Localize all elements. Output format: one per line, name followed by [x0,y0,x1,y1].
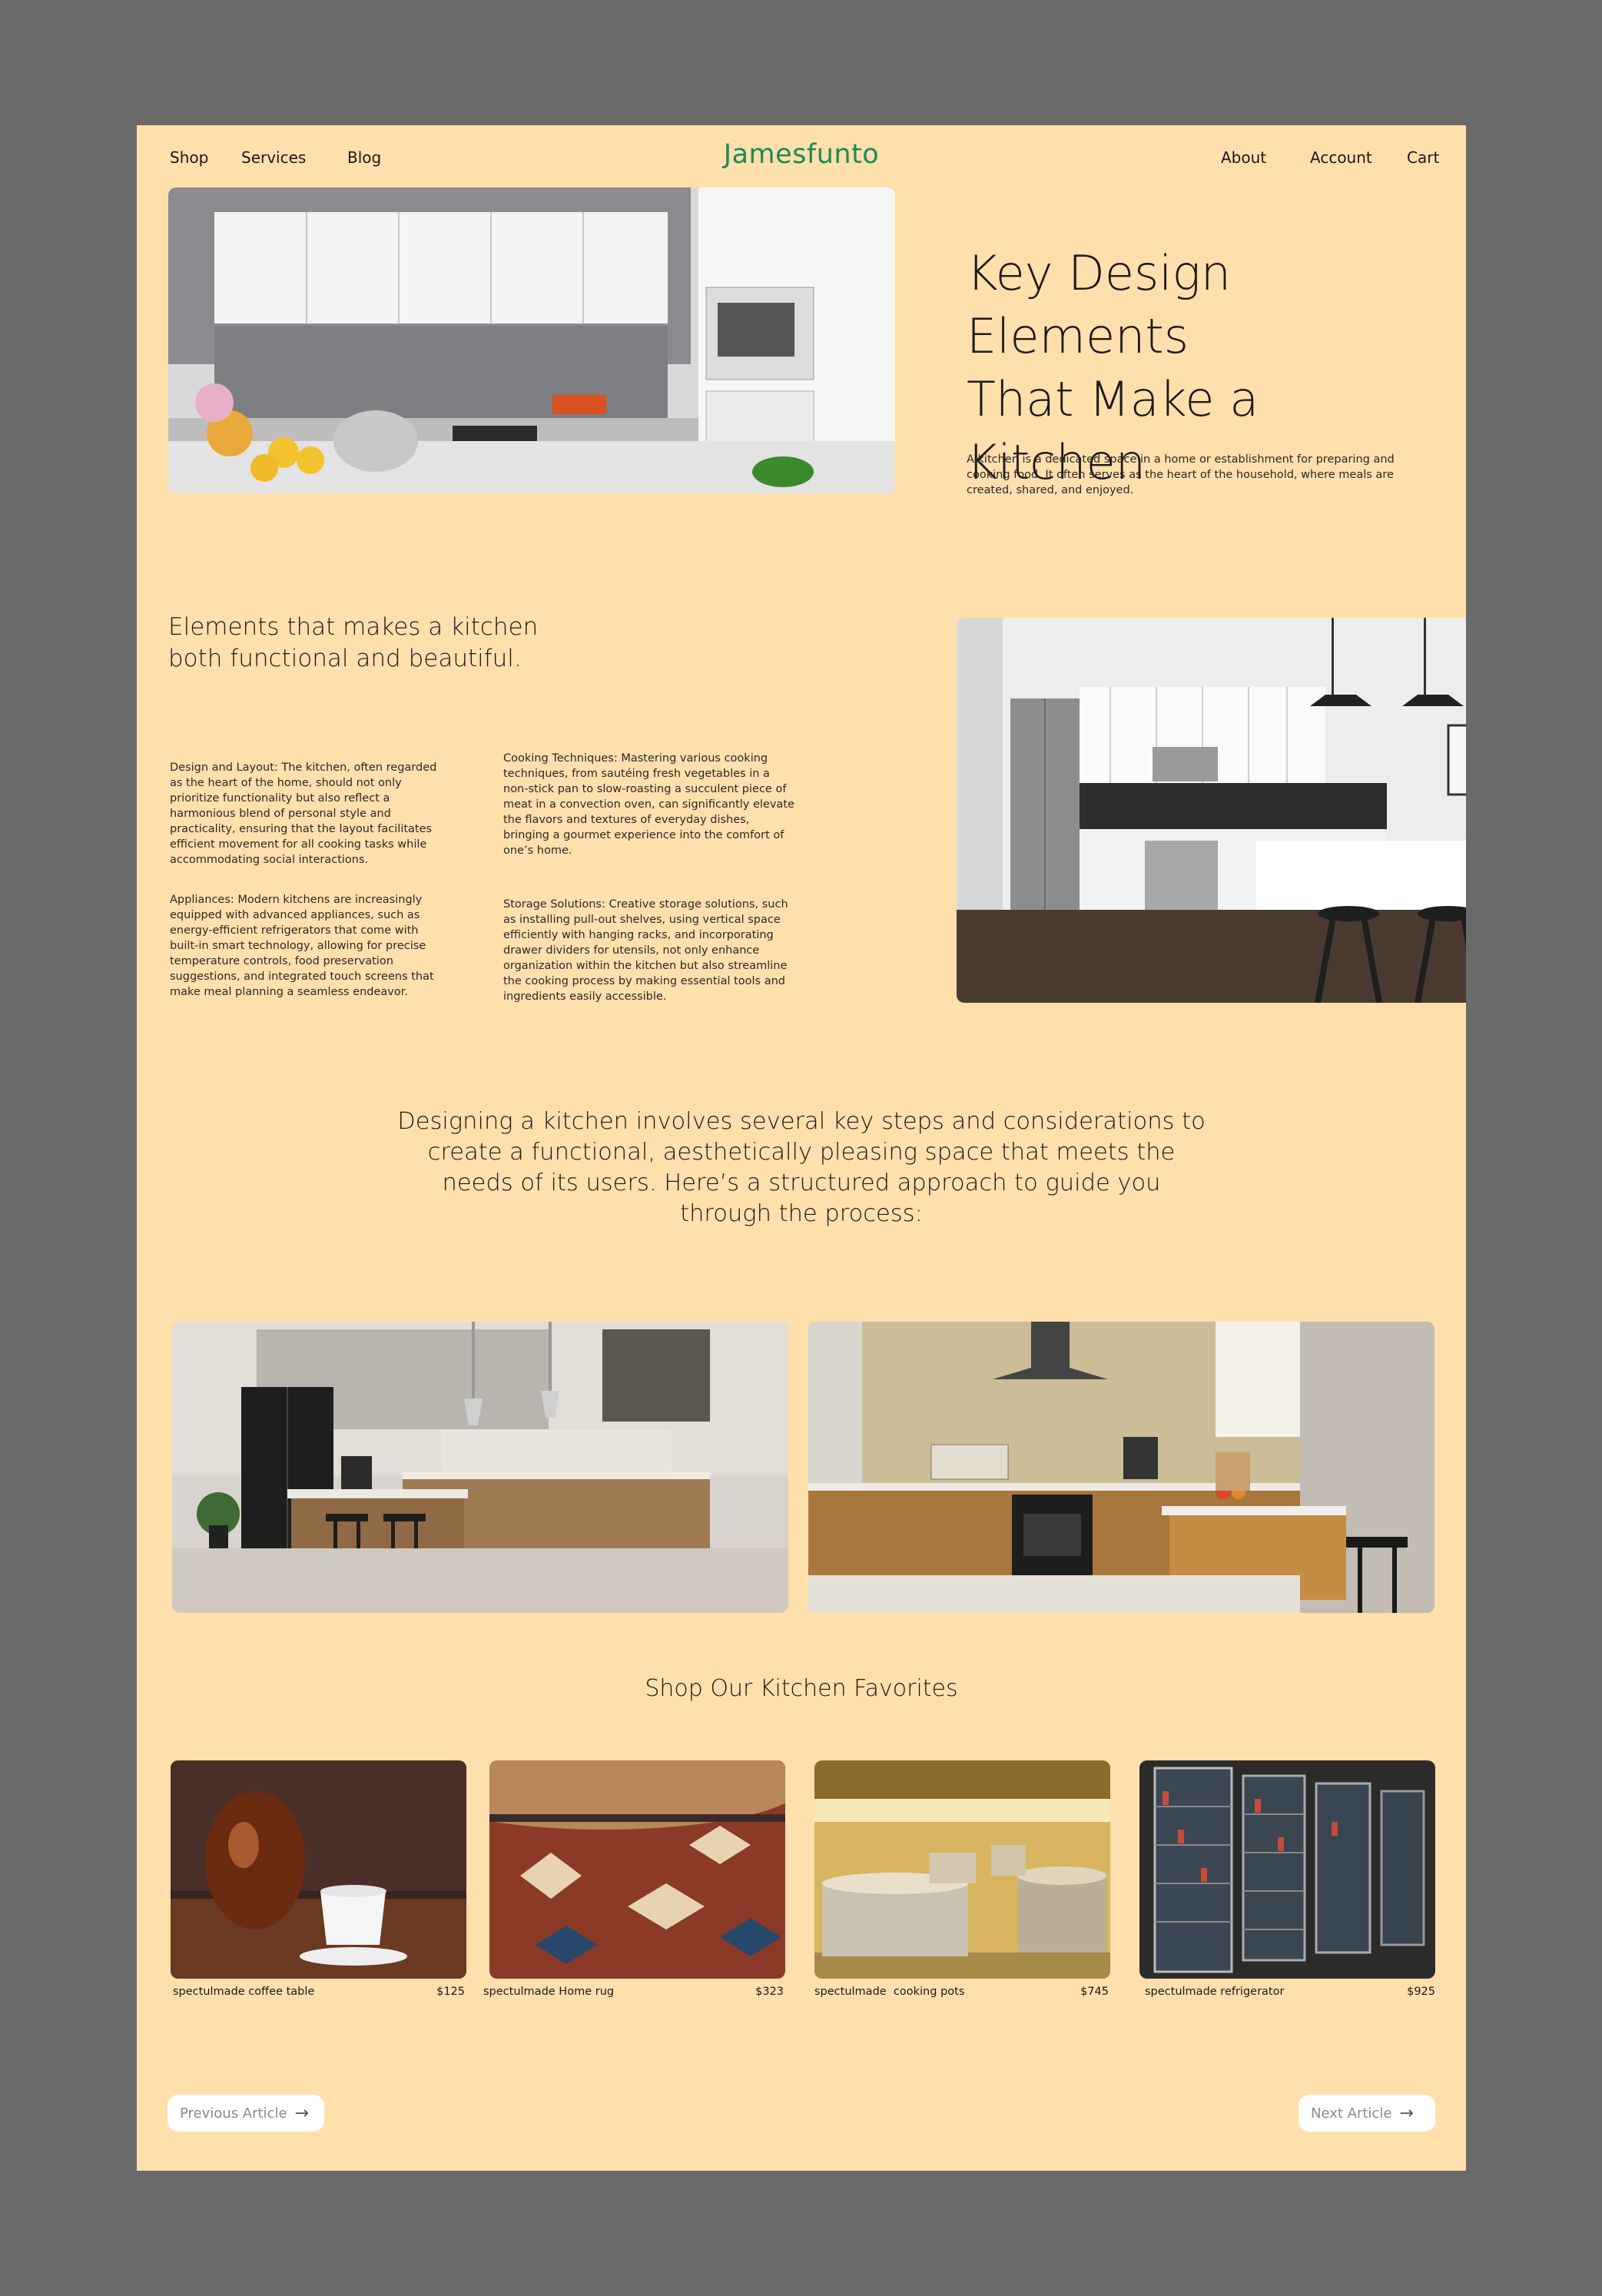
elements-title-line1: Elements that makes a kitchen [168,613,539,641]
product-price-coffee-table: $125 [436,1986,465,1998]
next-article-label: Next Article [1311,2105,1392,2122]
product-name-coffee-table[interactable]: spectulmade coffee table [173,1986,314,1998]
storage-solutions-paragraph: Storage Solutions: Creative storage solu… [503,898,788,1003]
design-layout-paragraph: Design and Layout: The kitchen, often re… [170,761,437,866]
elements-title: Elements that makes a kitchen both funct… [168,612,599,675]
nav-cart[interactable]: Cart [1407,148,1439,167]
modern-kitchen-image [957,618,1466,1003]
elements-title-line2: both functional and beautiful. [168,645,522,672]
nav-about[interactable]: About [1221,148,1266,167]
cooking-techniques-paragraph: Cooking Techniques: Mastering various co… [503,752,794,857]
next-article-button[interactable]: Next Article → [1299,2095,1435,2132]
product-name-home-rug[interactable]: spectulmade Home rug [483,1986,614,1998]
appliances-paragraph: Appliances: Modern kitchens are increasi… [170,894,434,998]
product-image-cooking-pots[interactable] [814,1760,1110,1979]
nav-account[interactable]: Account [1310,148,1372,167]
product-price-cooking-pots: $745 [1080,1986,1109,1998]
article-page: Shop Services Blog Jamesfunto About Acco… [137,125,1466,2171]
product-name-cooking-pots[interactable]: spectulmade cooking pots [814,1986,964,1998]
previous-article-label: Previous Article [180,2105,287,2122]
arrow-right-icon: → [294,2103,309,2123]
designing-intro-text: Designing a kitchen involves several key… [397,1108,1206,1227]
hero-kitchen-image [168,187,895,493]
brand-logo[interactable]: Jamesfunto [137,139,1466,170]
previous-article-button[interactable]: Previous Article → [167,2095,324,2132]
hero-description: A kitchen is a dedicated space in a home… [967,453,1395,496]
arrow-right-icon: → [1399,2103,1414,2123]
kitchen-oven-image [808,1322,1435,1613]
hero-title-line1: Key Design Elements [967,245,1232,364]
product-image-home-rug[interactable] [489,1760,785,1979]
product-price-refrigerator: $925 [1407,1986,1435,1998]
product-image-coffee-table[interactable] [171,1760,466,1979]
product-image-refrigerator[interactable] [1139,1760,1435,1979]
kitchen-island-image [172,1322,788,1613]
product-price-home-rug: $323 [755,1986,784,1998]
shop-title: Shop Our Kitchen Favorites [645,1675,958,1702]
product-name-refrigerator[interactable]: spectulmade refrigerator [1145,1986,1284,1998]
